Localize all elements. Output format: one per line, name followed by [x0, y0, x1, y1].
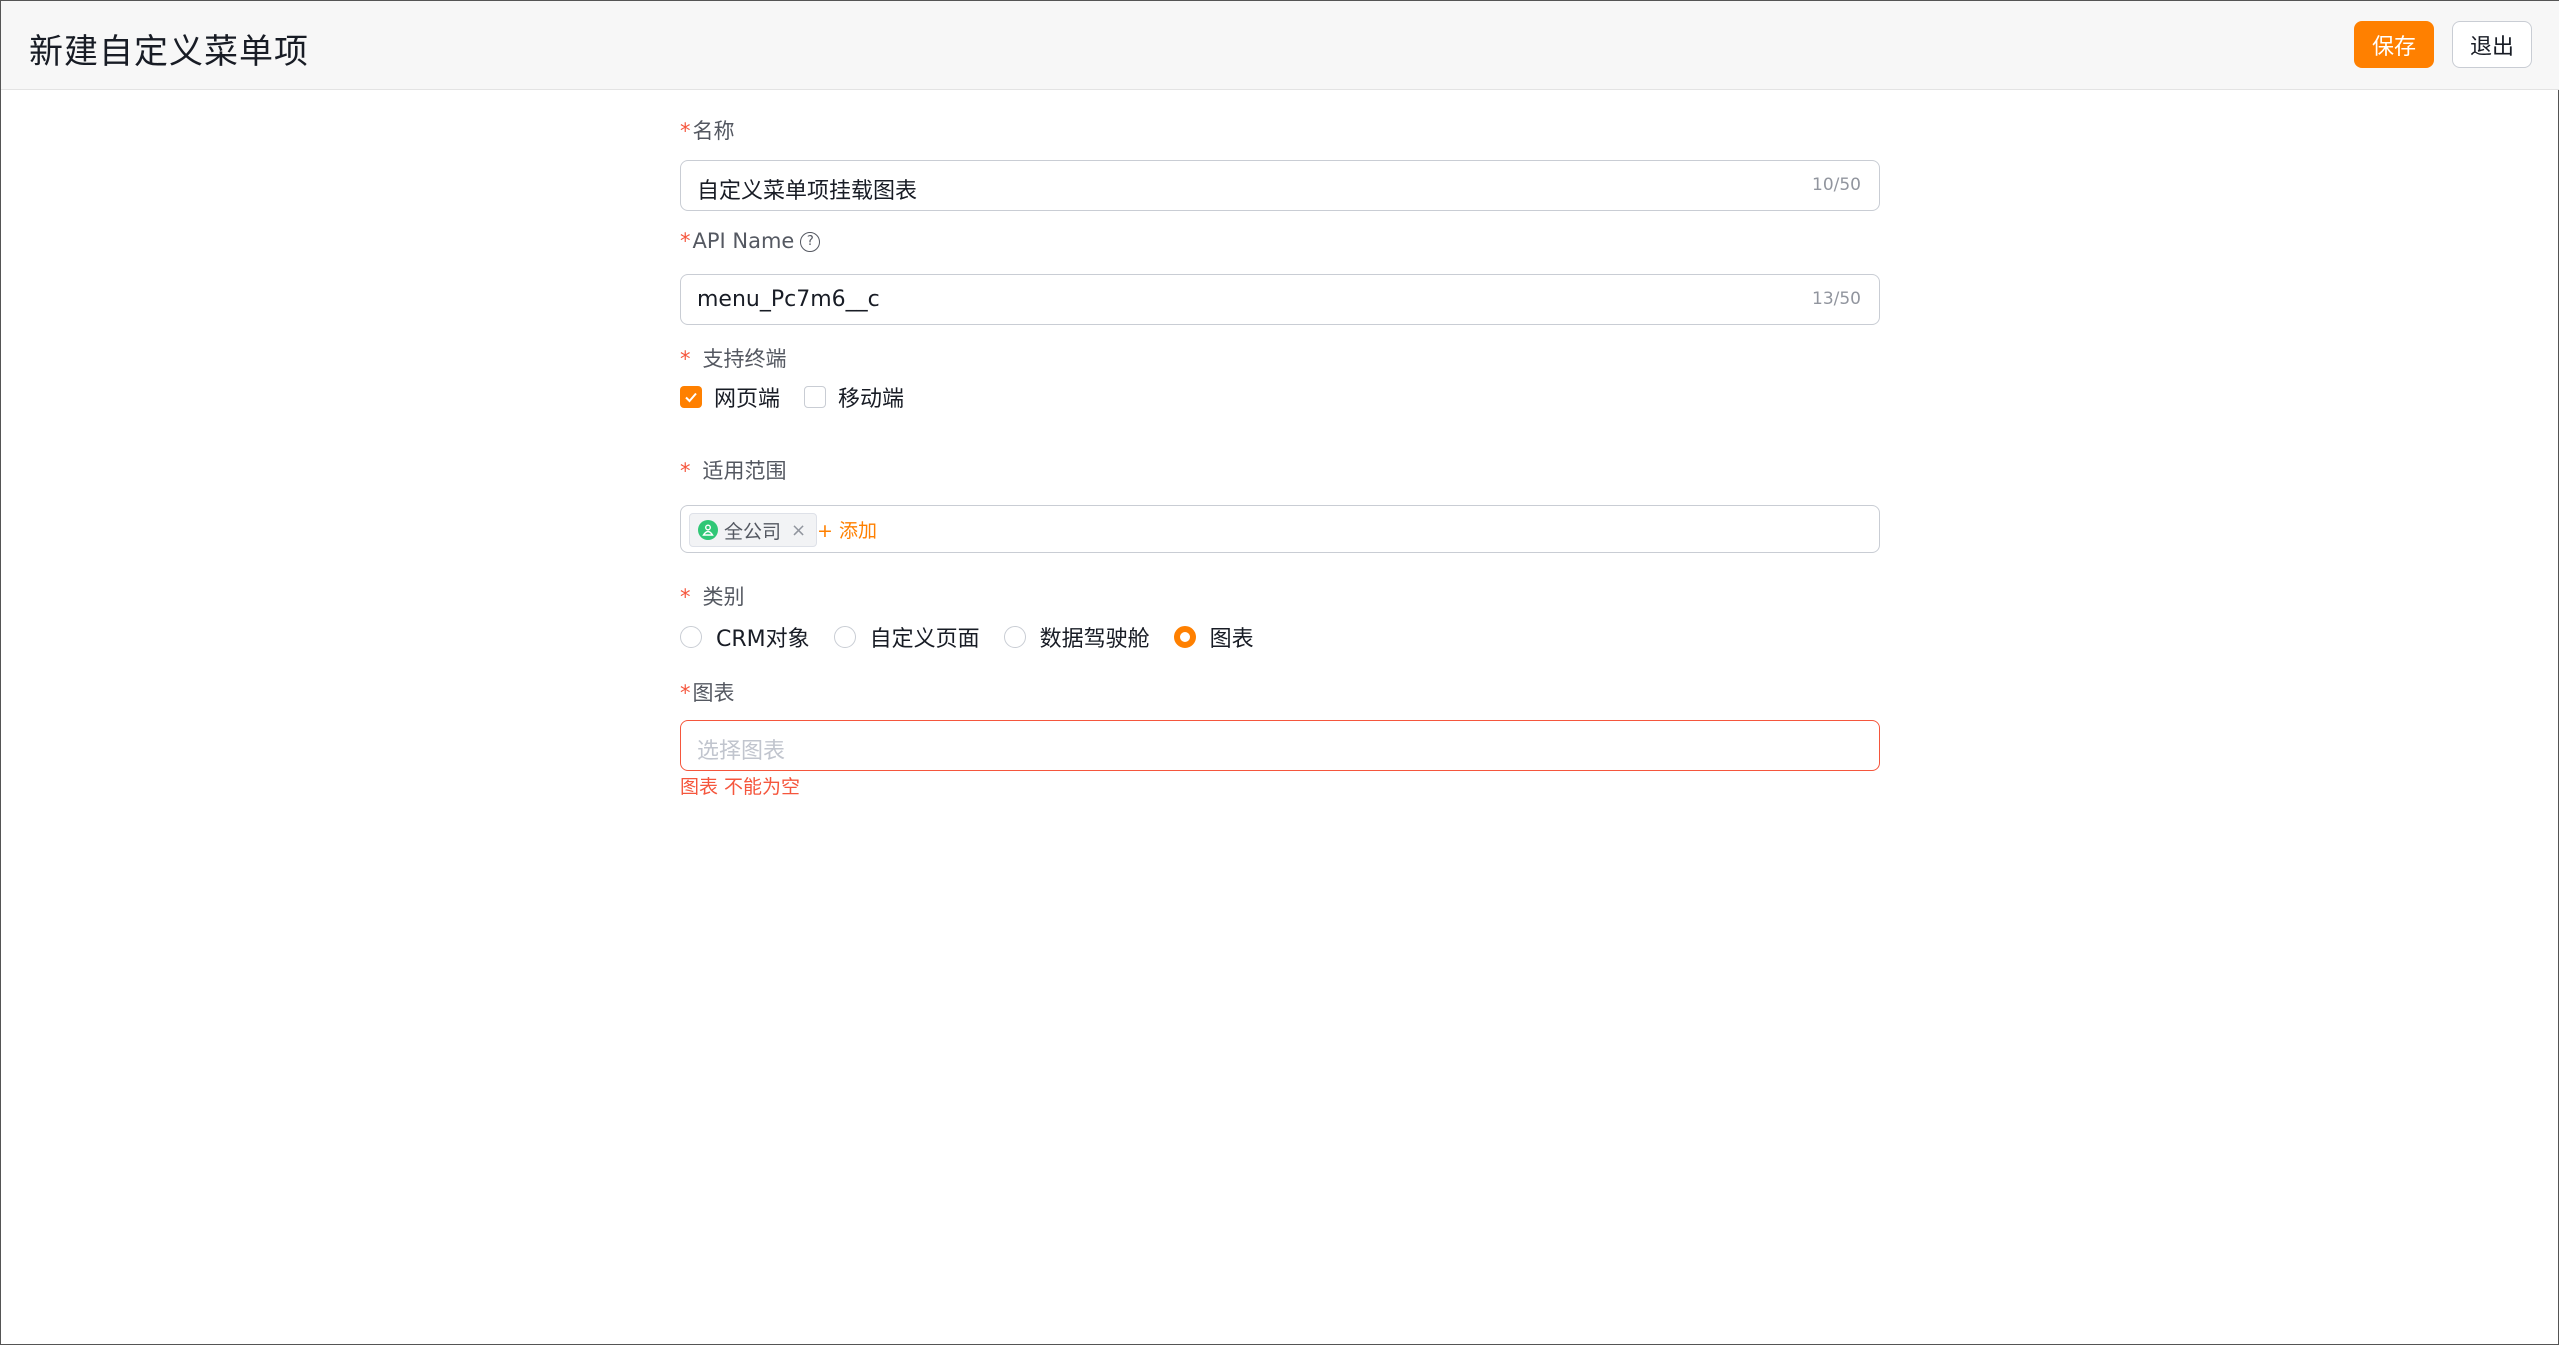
- radio-custom-page-label[interactable]: 自定义页面: [870, 621, 980, 653]
- save-button[interactable]: 保存: [2354, 21, 2434, 68]
- exit-button[interactable]: 退出: [2452, 21, 2532, 68]
- required-mark: *: [680, 119, 691, 143]
- api-name-input-value: menu_Pc7m6__c: [697, 287, 880, 312]
- chart-select-placeholder: 选择图表: [697, 739, 786, 764]
- category-label: * 类别: [680, 585, 745, 609]
- terminals-label: * 支持终端: [680, 347, 787, 371]
- web-checkbox[interactable]: [680, 386, 702, 408]
- add-scope-link[interactable]: + 添加: [817, 516, 877, 543]
- help-icon[interactable]: ?: [800, 232, 821, 252]
- company-icon: [698, 520, 718, 540]
- radio-custom-page[interactable]: [833, 626, 856, 648]
- required-mark: *: [680, 347, 691, 371]
- radio-crm-object-label[interactable]: CRM对象: [716, 621, 810, 653]
- radio-crm-object[interactable]: [680, 626, 702, 648]
- radio-dashboard-label[interactable]: 数据驾驶舱: [1040, 621, 1150, 653]
- scope-selector[interactable]: 全公司 × + 添加: [680, 505, 1880, 553]
- required-mark: *: [680, 681, 691, 705]
- required-mark: *: [680, 585, 691, 609]
- mobile-checkbox-label[interactable]: 移动端: [838, 381, 904, 413]
- tag-close-icon[interactable]: ×: [791, 520, 806, 541]
- category-radio-group: CRM对象 自定义页面 数据驾驶舱 图表: [680, 621, 1278, 653]
- name-char-count: 10/50: [1812, 175, 1861, 195]
- name-input-value: 自定义菜单项挂载图表: [697, 179, 918, 204]
- name-label: *名称: [680, 119, 735, 143]
- scope-label: * 适用范围: [680, 459, 787, 483]
- scope-tag-label: 全公司: [724, 520, 782, 543]
- page-title: 新建自定义菜单项: [29, 32, 309, 72]
- required-mark: *: [680, 459, 691, 483]
- web-checkbox-label[interactable]: 网页端: [714, 381, 780, 413]
- check-icon: [685, 392, 697, 403]
- radio-chart[interactable]: [1173, 626, 1196, 648]
- chart-select-input[interactable]: 选择图表: [680, 720, 1880, 771]
- radio-dashboard[interactable]: [1003, 626, 1026, 648]
- terminals-checkbox-group: 网页端 移动端: [680, 381, 928, 413]
- chart-error-message: 图表 不能为空: [680, 776, 801, 798]
- api-name-input[interactable]: menu_Pc7m6__c 13/50: [680, 274, 1880, 325]
- required-mark: *: [680, 229, 691, 253]
- name-input[interactable]: 自定义菜单项挂载图表 10/50: [680, 160, 1880, 211]
- api-name-label: *API Name?: [680, 229, 821, 253]
- scope-tag: 全公司 ×: [689, 513, 818, 547]
- radio-chart-label[interactable]: 图表: [1210, 621, 1254, 653]
- mobile-checkbox[interactable]: [804, 386, 827, 408]
- api-name-char-count: 13/50: [1812, 289, 1861, 309]
- chart-label: *图表: [680, 681, 735, 705]
- page-header: 新建自定义菜单项 保存 退出: [1, 1, 2559, 90]
